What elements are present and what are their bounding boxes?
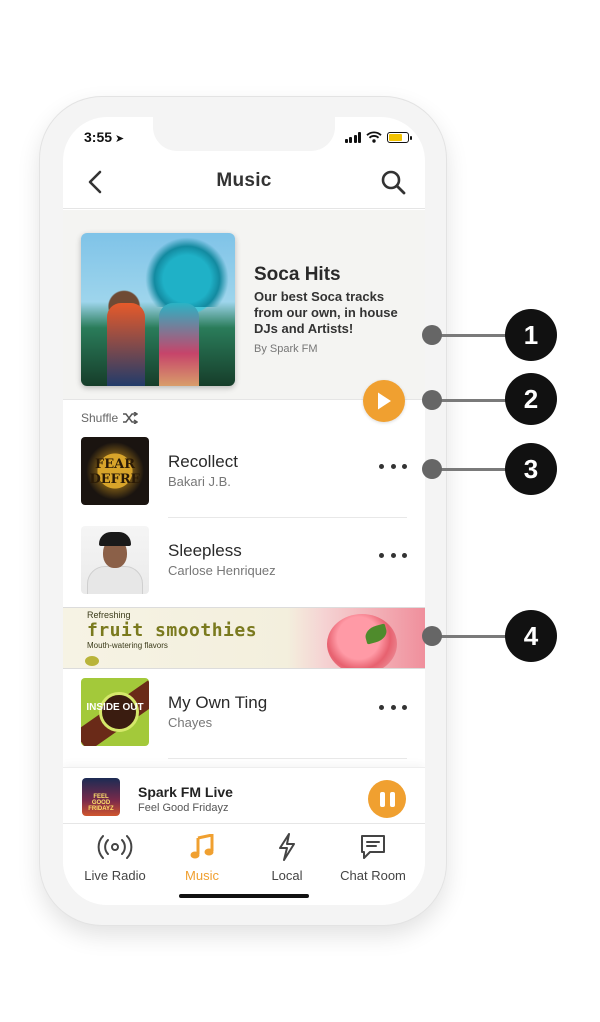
search-icon: [381, 170, 406, 195]
track-artwork: [81, 526, 149, 594]
cellular-signal-icon: [344, 131, 361, 143]
search-button[interactable]: [379, 168, 407, 196]
callout-number: 1: [505, 309, 557, 361]
now-playing-subtitle: Feel Good Fridayz: [138, 802, 229, 814]
ad-logo: [85, 656, 99, 666]
tab-chat-room[interactable]: Chat Room: [328, 832, 418, 883]
callout-dot: [422, 390, 442, 410]
track-artwork: FEAR DEFRE: [81, 437, 149, 505]
shuffle-label: Shuffle: [81, 411, 119, 425]
row-divider: [168, 758, 407, 759]
track-row[interactable]: FEAR DEFRE Recollect Bakari J.B.: [63, 432, 425, 518]
tab-label: Music: [185, 868, 219, 883]
track-title: Recollect: [168, 452, 238, 471]
callout-connector: [432, 334, 514, 337]
top-navigation-bar: Music: [63, 157, 425, 209]
track-artwork: INSIDE OUT: [81, 678, 149, 746]
now-playing-bar[interactable]: FEEL GOOD FRIDAYZ Spark FM Live Feel Goo…: [63, 767, 425, 823]
now-playing-artwork: FEEL GOOD FRIDAYZ: [82, 778, 120, 816]
more-options-button[interactable]: [379, 545, 407, 565]
ellipsis-icon: [379, 704, 384, 710]
track-artist: Carlose Henriquez: [168, 563, 276, 578]
track-artwork-text: FEAR DEFRE: [89, 457, 141, 487]
now-playing-title: Spark FM Live: [138, 784, 233, 800]
tab-music[interactable]: Music: [157, 832, 247, 883]
ad-banner[interactable]: Refreshing fruit smoothies Mouth-waterin…: [63, 607, 425, 669]
broadcast-icon: [97, 835, 133, 859]
callout-dot: [422, 459, 442, 479]
battery-icon: [387, 131, 412, 143]
ad-line2: Mouth-watering flavors: [87, 641, 168, 650]
track-row[interactable]: Sleepless Carlose Henriquez: [63, 521, 425, 607]
playlist-cover-art: [81, 233, 235, 386]
callout-number: 2: [505, 373, 557, 425]
bottom-tab-bar: Live Radio Music Local Chat Room: [63, 823, 425, 905]
tab-label: Local: [271, 868, 303, 883]
app-screen: 3:55 ➤ Music Soca Hits Our best Soca tra…: [63, 117, 425, 905]
callout-number: 3: [505, 443, 557, 495]
callout-dot: [422, 626, 442, 646]
tab-live-radio[interactable]: Live Radio: [70, 832, 160, 883]
play-icon: [378, 392, 391, 410]
track-artist: Bakari J.B.: [168, 474, 231, 489]
callout-connector: [432, 399, 514, 402]
ellipsis-icon: [379, 463, 384, 469]
row-divider: [168, 517, 407, 518]
tab-local[interactable]: Local: [242, 832, 332, 883]
playlist-header: Soca Hits Our best Soca tracks from our …: [63, 210, 425, 400]
playlist-byline: By Spark FM: [254, 343, 318, 355]
status-time-text: 3:55: [84, 129, 113, 145]
play-playlist-button[interactable]: [363, 380, 405, 422]
device-notch: [153, 117, 335, 151]
callout-number: 4: [505, 610, 557, 662]
location-arrow-icon: ➤: [115, 133, 125, 145]
track-artist: Chayes: [168, 715, 213, 730]
track-artwork-text: INSIDE OUT: [86, 702, 144, 713]
pause-icon: [379, 791, 385, 807]
ad-line1: Refreshing: [87, 610, 131, 620]
tab-label: Chat Room: [340, 868, 406, 883]
ellipsis-icon: [379, 552, 384, 558]
track-title: Sleepless: [168, 541, 242, 560]
track-title: My Own Ting: [168, 693, 268, 712]
ad-headline: fruit smoothies: [87, 620, 258, 641]
playlist-title: Soca Hits: [254, 264, 341, 285]
shuffle-icon: [123, 412, 139, 424]
page-title: Music: [216, 170, 272, 191]
shuffle-button[interactable]: Shuffle: [81, 411, 139, 425]
music-note-icon: [190, 834, 214, 859]
tab-label: Live Radio: [84, 868, 146, 883]
home-indicator[interactable]: [179, 894, 309, 898]
now-playing-artwork-text: FEEL GOOD FRIDAYZ: [88, 794, 114, 812]
status-time: 3:55 ➤: [84, 129, 124, 145]
callout-connector: [432, 635, 514, 638]
more-options-button[interactable]: [379, 456, 407, 476]
pause-button[interactable]: [368, 780, 406, 818]
track-row[interactable]: INSIDE OUT My Own Ting Chayes: [63, 673, 425, 759]
callout-connector: [432, 468, 514, 471]
smoothie-image: [327, 614, 397, 668]
lightning-icon: [279, 833, 295, 861]
more-options-button[interactable]: [379, 697, 407, 717]
status-icons: [344, 131, 412, 143]
callout-dot: [422, 325, 442, 345]
wifi-icon: [366, 131, 382, 143]
playlist-description: Our best Soca tracks from our own, in ho…: [254, 289, 398, 336]
chat-icon: [361, 835, 385, 859]
